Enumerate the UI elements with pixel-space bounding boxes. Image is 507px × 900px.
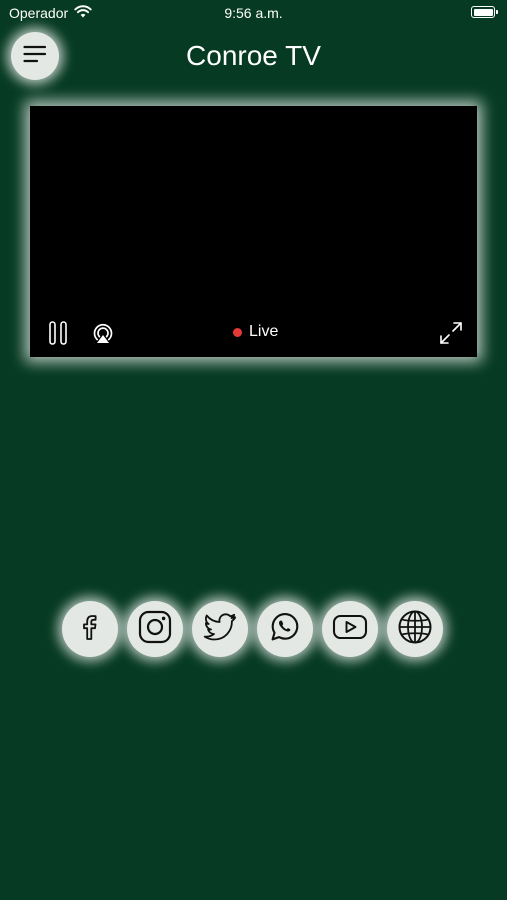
facebook-button[interactable] bbox=[62, 601, 118, 657]
status-time: 9:56 a.m. bbox=[224, 5, 283, 21]
whatsapp-icon bbox=[268, 610, 302, 649]
globe-icon bbox=[397, 609, 433, 650]
page-title: Conroe TV bbox=[186, 40, 321, 71]
website-button[interactable] bbox=[387, 601, 443, 657]
twitter-button[interactable] bbox=[192, 601, 248, 657]
youtube-icon bbox=[332, 613, 368, 646]
facebook-icon bbox=[75, 612, 105, 647]
live-label: Live bbox=[249, 323, 279, 340]
instagram-icon bbox=[138, 610, 172, 649]
live-indicator: Live bbox=[233, 323, 278, 341]
youtube-button[interactable] bbox=[322, 601, 378, 657]
player-controls: Live bbox=[30, 309, 477, 357]
social-links bbox=[62, 601, 446, 657]
whatsapp-button[interactable] bbox=[257, 601, 313, 657]
battery-icon bbox=[471, 6, 498, 18]
video-player[interactable]: Live bbox=[30, 106, 477, 357]
app-screen: Operador 9:56 a.m. Conroe TV Live bbox=[0, 0, 507, 900]
instagram-button[interactable] bbox=[127, 601, 183, 657]
fullscreen-icon[interactable] bbox=[439, 321, 463, 350]
status-bar: Operador 9:56 a.m. bbox=[0, 0, 507, 28]
pause-icon[interactable] bbox=[48, 321, 68, 350]
live-dot bbox=[233, 327, 242, 337]
twitter-icon bbox=[203, 612, 237, 647]
airplay-icon[interactable] bbox=[91, 321, 115, 350]
